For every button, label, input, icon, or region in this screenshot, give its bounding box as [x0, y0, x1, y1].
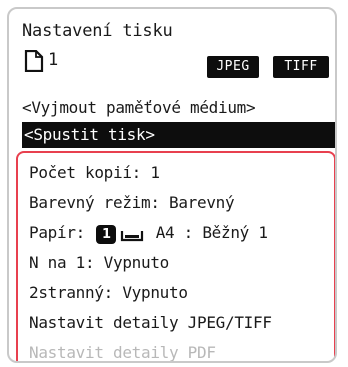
- paper-setting[interactable]: Papír: 1 A4 : Běžný 1: [29, 220, 268, 246]
- start-print-button[interactable]: <Spustit tisk>: [22, 122, 335, 148]
- duplex-setting[interactable]: 2stranný: Vypnuto: [29, 280, 188, 306]
- color-mode-setting[interactable]: Barevný režim: Barevný: [29, 190, 235, 216]
- drawer-number-icon: 1: [96, 224, 117, 244]
- jpeg-tiff-details-setting[interactable]: Nastavit detaily JPEG/TIFF: [29, 310, 272, 336]
- pdf-details-setting: Nastavit detaily PDF: [29, 343, 216, 362]
- n-up-setting[interactable]: N na 1: Vypnuto: [29, 250, 169, 276]
- paper-setting-label: Papír:: [29, 223, 85, 242]
- paper-setting-value: A4 : Běžný 1: [155, 223, 268, 242]
- screen-title: Nastavení tisku: [22, 21, 173, 41]
- page-count-value: 1: [48, 50, 59, 70]
- format-badge-tiff: TIFF: [273, 56, 329, 78]
- printer-panel-screen: Nastavení tisku 1 JPEG TIFF <Vyjmout pam…: [7, 7, 337, 363]
- eject-media-button[interactable]: <Vyjmout paměťové médium>: [22, 95, 335, 121]
- copies-setting[interactable]: Počet kopií: 1: [29, 160, 160, 186]
- paper-tray-icon: [121, 230, 144, 241]
- format-badge-jpeg: JPEG: [207, 56, 259, 78]
- document-page-icon: [24, 50, 44, 72]
- paper-source-icons: 1: [94, 223, 146, 245]
